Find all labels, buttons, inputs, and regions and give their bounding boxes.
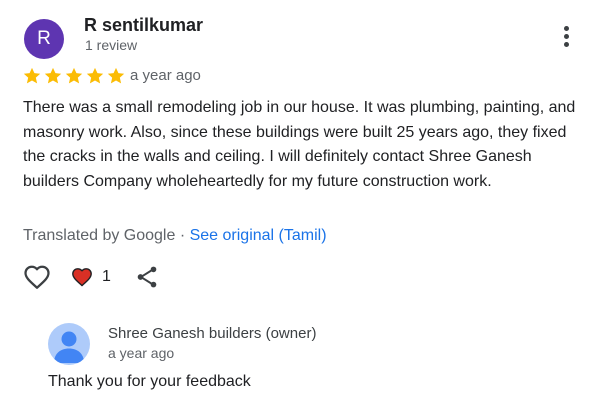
owner-avatar — [48, 323, 90, 365]
owner-response-text: Thank you for your feedback — [48, 373, 251, 390]
reviewer-review-count: 1 review — [85, 37, 138, 53]
reviewer-name[interactable]: R sentilkumar — [84, 15, 203, 36]
star-icon — [65, 67, 83, 84]
review-card: R R sentilkumar 1 review a year ago Ther… — [0, 0, 600, 400]
star-icon — [86, 67, 104, 84]
reviewer-initial: R — [37, 28, 51, 49]
reaction-button[interactable]: 1 — [70, 265, 111, 289]
star-icon — [44, 67, 62, 84]
owner-name: Shree Ganesh builders (owner) — [108, 325, 317, 342]
share-icon — [137, 266, 157, 288]
star-icon — [107, 67, 125, 84]
review-text: There was a small remodeling job in our … — [23, 99, 576, 190]
reviewer-avatar[interactable]: R — [24, 19, 64, 59]
person-icon — [54, 331, 84, 363]
more-options-button[interactable] — [556, 24, 578, 50]
like-button[interactable] — [22, 262, 52, 292]
heart-filled-icon — [72, 268, 92, 287]
star-icon — [23, 67, 41, 84]
translation-line: Translated by Google · See original (Tam… — [23, 227, 327, 245]
heart-outline-icon — [24, 265, 50, 289]
star-rating — [22, 66, 126, 86]
share-button[interactable] — [134, 264, 160, 290]
reaction-count: 1 — [102, 268, 111, 285]
review-date: a year ago — [130, 67, 201, 84]
see-original-link[interactable]: See original (Tamil) — [190, 227, 327, 244]
translated-by-label: Translated by Google · — [23, 227, 190, 244]
owner-response-date: a year ago — [108, 345, 175, 361]
